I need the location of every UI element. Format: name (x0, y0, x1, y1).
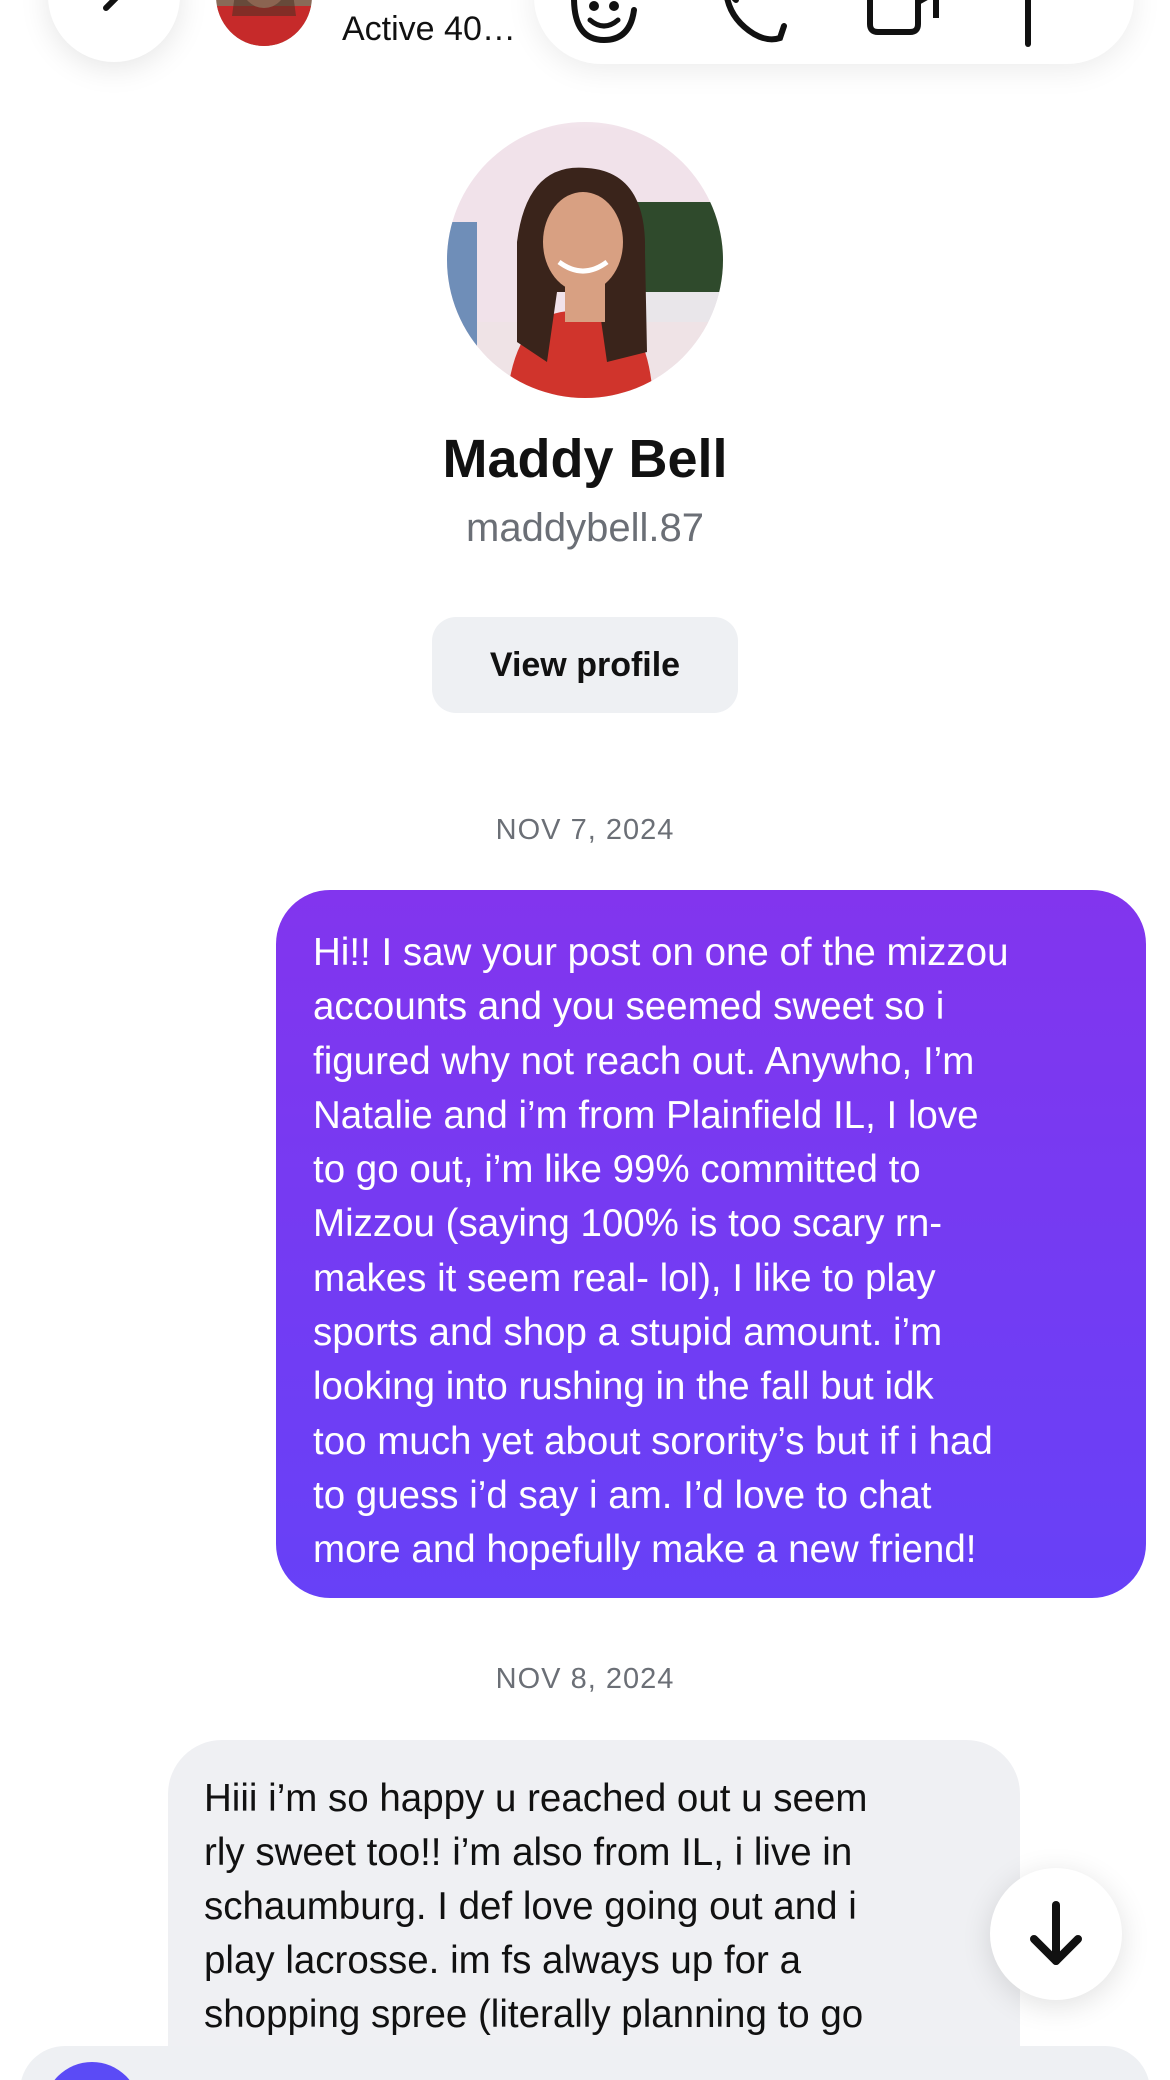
message-line: sports and shop a stupid amount. i’m (313, 1311, 943, 1355)
date-separator: NOV 7, 2024 (495, 814, 675, 846)
header-avatar[interactable] (216, 0, 312, 46)
camera-icon (44, 2062, 140, 2080)
message-line: rly sweet too!! i’m also from IL, i live… (204, 1831, 853, 1874)
flag-icon (1025, 0, 1031, 47)
report-button[interactable] (1014, 0, 1094, 48)
message-line: Mizzou (saying 100% is too scary rn- (313, 1202, 943, 1246)
message-line: shopping spree (literally planning to go (204, 1993, 864, 2036)
message-line: Hiii i’m so happy u reached out u seem (204, 1777, 868, 1820)
camera-button[interactable] (44, 2062, 140, 2080)
message-line: more and hopefully make a new friend! (313, 1528, 977, 1572)
profile-photo-image (447, 122, 723, 398)
dm-thread-screen: Active 40… Maddy Bell maddybell.87 View … (0, 0, 1170, 2080)
header-avatar-photo (216, 0, 312, 46)
message-line: accounts and you seemed sweet so i (313, 985, 945, 1029)
sticker-face-icon (571, 0, 637, 44)
thread-header: Active 40… (0, 0, 1170, 130)
back-button[interactable] (48, 0, 180, 62)
date-separator: NOV 8, 2024 (495, 1663, 675, 1695)
video-camera-icon (867, 0, 939, 35)
message-line: too much yet about sorority’s but if i h… (313, 1419, 993, 1463)
sticker-button[interactable] (564, 0, 644, 48)
message-line: looking into rushing in the fall but idk (313, 1365, 934, 1409)
message-composer[interactable] (20, 2046, 1150, 2080)
header-actions (534, 0, 1134, 64)
message-line: to guess i’d say i am. I’d love to chat (313, 1473, 932, 1517)
scroll-to-bottom-button[interactable] (990, 1868, 1122, 2000)
message-line: to go out, i’m like 99% committed to (313, 1148, 921, 1192)
view-profile-button[interactable]: View profile (432, 617, 738, 713)
message-line: play lacrosse. im fs always up for a (204, 1939, 801, 1982)
message-line: makes it seem real- lol), I like to play (313, 1256, 936, 1300)
arrow-down-icon (1030, 1901, 1082, 1965)
outgoing-message-bubble[interactable]: Hi!! I saw your post on one of the mizzo… (276, 890, 1146, 1598)
active-status: Active 40… (342, 10, 516, 48)
profile-name: Maddy Bell (442, 429, 728, 489)
video-call-button[interactable] (864, 0, 944, 48)
incoming-message-bubble[interactable]: Hiii i’m so happy u reached out u seem r… (168, 1740, 1020, 2080)
back-chevron-icon (103, 0, 119, 11)
message-line: schaumburg. I def love going out and i (204, 1885, 857, 1928)
phone-icon (724, 0, 787, 43)
message-line: figured why not reach out. Anywho, I’m (313, 1039, 975, 1083)
message-line: Hi!! I saw your post on one of the mizzo… (313, 931, 1009, 974)
message-line: Natalie and i’m from Plainfield IL, I lo… (313, 1093, 979, 1137)
profile-username: maddybell.87 (466, 506, 704, 550)
profile-photo[interactable] (447, 122, 723, 398)
call-button[interactable] (714, 0, 794, 48)
